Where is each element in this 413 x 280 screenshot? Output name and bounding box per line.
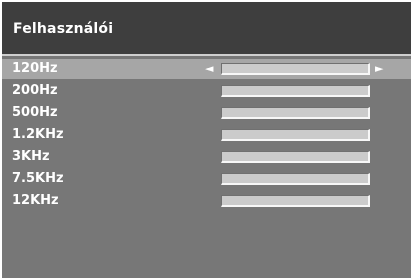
band-row-120hz[interactable]: 120Hz ◄ ►: [2, 59, 411, 79]
band-level-slider[interactable]: [221, 129, 370, 141]
band-label: 3KHz: [12, 149, 50, 164]
band-row-1-2khz[interactable]: 1.2KHz: [2, 125, 411, 145]
band-row-3khz[interactable]: 3KHz: [2, 147, 411, 167]
band-level-slider[interactable]: [221, 107, 370, 119]
arrow-right-icon[interactable]: ►: [375, 62, 383, 76]
band-label: 500Hz: [12, 105, 58, 120]
band-level-slider[interactable]: [221, 195, 370, 207]
menu-title: Felhasználói: [13, 21, 114, 37]
band-level-slider[interactable]: [221, 173, 370, 185]
arrow-left-icon[interactable]: ◄: [205, 62, 213, 76]
band-level-slider[interactable]: [221, 63, 370, 75]
band-level-slider[interactable]: [221, 151, 370, 163]
band-row-200hz[interactable]: 200Hz: [2, 81, 411, 101]
band-row-7-5khz[interactable]: 7.5KHz: [2, 169, 411, 189]
band-row-500hz[interactable]: 500Hz: [2, 103, 411, 123]
band-level-slider[interactable]: [221, 85, 370, 97]
menu-title-bar: Felhasználói: [2, 2, 411, 56]
band-label: 7.5KHz: [12, 171, 64, 186]
band-row-12khz[interactable]: 12KHz: [2, 191, 411, 211]
band-label: 200Hz: [12, 83, 58, 98]
equalizer-menu-panel: Felhasználói 120Hz ◄ ► 200Hz 500Hz 1.2KH…: [2, 2, 411, 278]
band-label: 1.2KHz: [12, 127, 64, 142]
band-label: 120Hz: [12, 61, 58, 76]
band-label: 12KHz: [12, 193, 59, 208]
